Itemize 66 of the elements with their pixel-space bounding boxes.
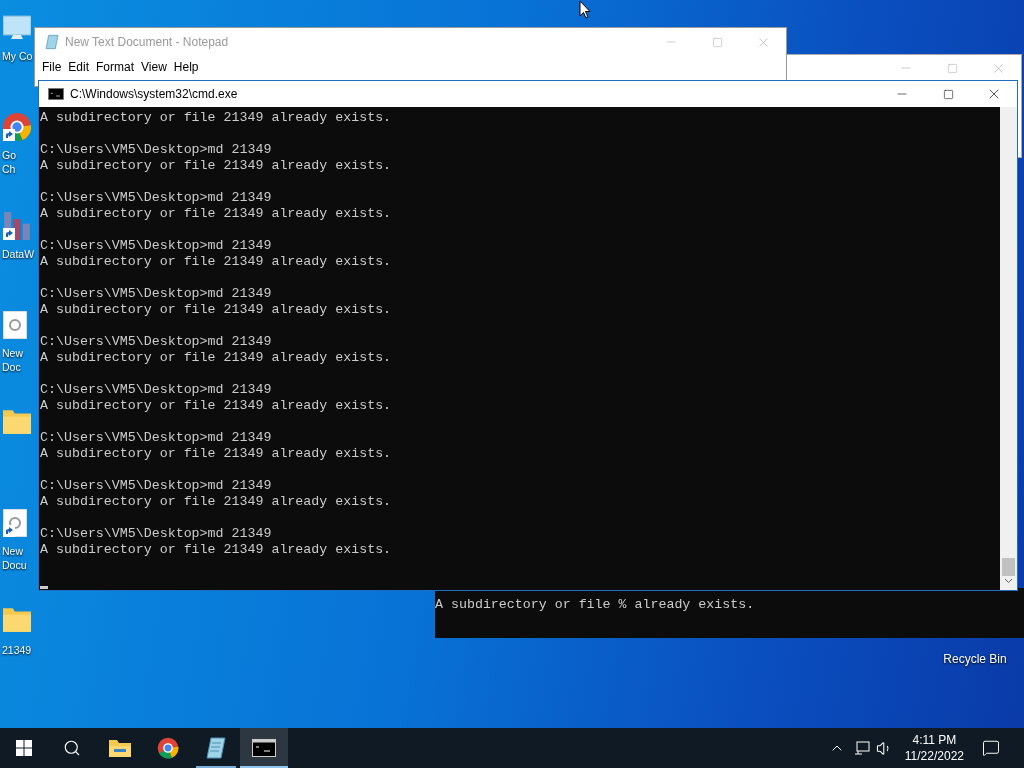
menu-item[interactable]: View	[138, 58, 170, 76]
folder-icon	[3, 608, 31, 632]
menu-item[interactable]: Edit	[65, 58, 93, 76]
desktop-icon-label[interactable]: New	[2, 544, 27, 558]
document-icon	[3, 311, 27, 339]
console-line: A subdirectory or file 21349 already exists.	[40, 398, 392, 414]
shortcut-arrow-icon	[3, 228, 15, 240]
desktop-icon-label[interactable]: My Co	[2, 49, 33, 63]
console-line: A subdirectory or file 21349 already exists.	[40, 350, 392, 366]
window-title: New Text Document - Notepad	[65, 34, 229, 51]
console-prompt: C:\Users\VM5\Desktop>md 21349	[40, 142, 272, 158]
clock[interactable]: 4:11 PM 11/22/2022	[900, 732, 968, 764]
recycle-bin-label[interactable]: Recycle Bin	[943, 652, 1007, 666]
desktop-icon-label[interactable]: Doc	[2, 360, 23, 374]
shortcut-arrow-icon	[3, 129, 15, 141]
menu-item[interactable]: Help	[170, 58, 202, 76]
console-line: A subdirectory or file 21349 already exists.	[40, 302, 392, 318]
notepad-icon	[205, 736, 227, 760]
desktop-icon-label[interactable]: Docu	[2, 558, 27, 572]
terminal-icon	[252, 739, 276, 757]
console-prompt: C:\Users\VM5\Desktop>md 21349	[40, 526, 272, 542]
desktop-icon-label[interactable]: New	[2, 346, 23, 360]
maximize-icon	[946, 62, 958, 74]
menu-item[interactable]: Format	[93, 58, 138, 76]
taskbar-button[interactable]	[240, 728, 288, 768]
notification-icon[interactable]	[982, 739, 1000, 757]
computer-icon	[3, 14, 31, 42]
console-line: A subdirectory or file 21349 already exists.	[40, 542, 392, 558]
console-prompt: C:\Users\VM5\Desktop>md 21349	[40, 190, 272, 206]
scrollbar-thumb[interactable]	[1002, 558, 1015, 576]
search-icon	[63, 739, 81, 757]
window-title: C:\Windows\system32\cmd.exe	[70, 86, 238, 103]
console-prompt: C:\Users\VM5\Desktop>md 21349	[40, 286, 272, 302]
menu-item[interactable]: File	[39, 58, 65, 76]
console-prompt: C:\Users\VM5\Desktop>md 21349	[40, 382, 272, 398]
console-prompt: C:\Users\VM5\Desktop>md 21349	[40, 430, 272, 446]
windows-logo-icon	[16, 740, 32, 756]
console-prompt: C:\Users\VM5\Desktop>md 21349	[40, 478, 272, 494]
terminal-icon	[48, 88, 64, 100]
running-indicator	[196, 766, 236, 768]
desktop-icon-label[interactable]: Ch	[2, 162, 16, 176]
console-line: A subdirectory or file 21349 already exists.	[40, 446, 392, 462]
running-indicator	[240, 766, 288, 768]
desktop-icon-label[interactable]: 21349	[2, 643, 32, 657]
maximize-icon	[711, 36, 723, 48]
network-icon[interactable]	[853, 740, 870, 756]
console-line: A subdirectory or file 21349 already exists.	[40, 206, 392, 222]
console-line: A subdirectory or file 21349 already exists.	[40, 494, 392, 510]
scrollbar[interactable]	[1000, 107, 1017, 590]
text-cursor	[40, 586, 48, 589]
shortcut-arrow-icon	[3, 525, 15, 537]
scroll-down-icon[interactable]	[1004, 578, 1013, 584]
mouse-pointer-icon	[579, 0, 591, 19]
chrome-icon	[157, 737, 179, 759]
console-text: A subdirectory or file % already exists.	[435, 597, 755, 612]
desktop-icon-label[interactable]: DataW	[2, 247, 35, 261]
console-line: A subdirectory or file 21349 already exists.	[40, 158, 392, 174]
console-line: A subdirectory or file 21349 already exists.	[40, 254, 392, 270]
console-prompt: C:\Users\VM5\Desktop>md 21349	[40, 238, 272, 254]
folder-icon	[3, 410, 31, 434]
console-prompt: C:\Users\VM5\Desktop>md 21349	[40, 334, 272, 350]
notepad-icon	[44, 34, 60, 50]
desktop-icon-label[interactable]: Go	[2, 148, 16, 162]
maximize-icon	[942, 88, 954, 100]
console-line: A subdirectory or file 21349 already exists.	[40, 110, 392, 126]
folder-icon	[108, 738, 132, 758]
